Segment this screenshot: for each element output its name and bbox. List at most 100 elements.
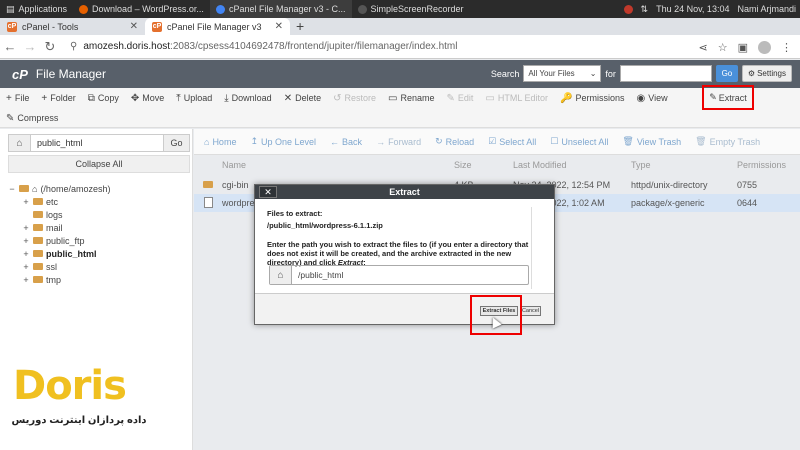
action-icon: ← (330, 136, 340, 147)
for-label: for (605, 68, 616, 79)
gear-icon: ⚙ (747, 69, 756, 78)
tool-file-button[interactable]: + File (6, 93, 29, 104)
close-icon[interactable]: ✕ (275, 21, 283, 32)
column-size[interactable]: Size (454, 160, 472, 170)
column-name[interactable]: Name (222, 160, 246, 170)
tree-item-tmp[interactable]: + tmp (8, 273, 110, 286)
tool-delete-button[interactable]: ✕ Delete (284, 93, 321, 104)
reload-icon[interactable]: ↻ (40, 39, 60, 55)
tool-icon: + (41, 92, 48, 104)
compress-button[interactable]: ✎ Compress (6, 113, 58, 124)
page-title: File Manager (35, 67, 106, 81)
search-go-button[interactable]: Go (715, 65, 738, 82)
tool-folder-button[interactable]: + Folder (41, 93, 75, 104)
bookmark-star-icon[interactable]: ☆ (718, 41, 728, 54)
action-view-trash-button[interactable]: 🗑 View Trash (622, 136, 681, 147)
action-empty-trash-button[interactable]: 🗑 Empty Trash (695, 136, 760, 147)
tree-item-label: tmp (46, 274, 62, 285)
extract-button[interactable]: ✎ Extract (702, 85, 754, 110)
tool-edit-button[interactable]: ✎ Edit (446, 93, 473, 104)
profile-avatar[interactable] (758, 40, 771, 54)
tab-file-manager[interactable]: cP cPanel File Manager v3 ✕ (145, 18, 290, 35)
new-tab-button[interactable]: + (290, 18, 310, 35)
tree-root[interactable]: − ⌂ (/home/amozesh) (8, 182, 110, 195)
search-input[interactable] (619, 65, 712, 82)
close-icon[interactable]: ✕ (259, 186, 277, 198)
column-last-modified[interactable]: Last Modified (513, 160, 567, 170)
expand-toggle-icon[interactable]: + (22, 223, 30, 233)
applications-menu[interactable]: ▤ Applications (0, 0, 73, 18)
tool-permissions-button[interactable]: 🔑 Permissions (560, 93, 624, 104)
collapse-toggle-icon[interactable]: − (8, 184, 16, 194)
share-icon[interactable]: ⋖ (699, 41, 708, 54)
tree-item-label: public_html (46, 248, 97, 259)
column-permissions[interactable]: Permissions (737, 160, 786, 170)
cancel-button[interactable]: Cancel (520, 306, 541, 316)
action-back-button[interactable]: ← Back (330, 137, 362, 147)
tree-item-logs[interactable]: logs (8, 208, 110, 221)
tool-download-button[interactable]: ⤓ Download (224, 93, 271, 104)
search-scope-select[interactable]: All Your Files ⌄ (523, 65, 602, 82)
tool-copy-button[interactable]: ⧉ Copy (88, 93, 119, 104)
tab-cpanel-tools[interactable]: cP cPanel - Tools ✕ (0, 18, 145, 35)
folder-icon (33, 250, 43, 257)
expand-toggle-icon[interactable]: + (22, 275, 30, 285)
action-home-button[interactable]: ⌂ Home (204, 137, 236, 147)
action-unselect-all-button[interactable]: ☐ Unselect All (550, 136, 608, 147)
file-toolbar: + File + Folder ⧉ Copy ✥ Move ⤒ Upload ⤓ Download ✕ D… (0, 88, 800, 128)
taskbar-item-chrome[interactable]: cPanel File Manager v3 - C... (209, 0, 352, 18)
tool-rename-button[interactable]: ▭ Rename (388, 93, 434, 104)
action-select-all-button[interactable]: ☑ Select All (488, 136, 536, 147)
path-go-button[interactable]: Go (163, 135, 189, 151)
back-icon[interactable]: ← (0, 39, 20, 54)
tool-icon: ◉ (636, 92, 646, 104)
chevron-down-icon: ⌄ (589, 69, 597, 78)
folder-icon (33, 224, 43, 231)
tool-restore-button[interactable]: ↺ Restore (333, 93, 376, 104)
expand-toggle-icon[interactable]: + (22, 236, 30, 246)
menu-icon[interactable]: ⋮ (781, 41, 792, 54)
navigation-bar: ⌂ Home ↥ Up One Level ← Back → Forward ↻ Reload ☑ S… (194, 129, 800, 155)
compress-icon: ✎ (6, 112, 15, 124)
tool-upload-button[interactable]: ⤒ Upload (176, 93, 212, 104)
action-label: Home (212, 136, 237, 147)
tool-move-button[interactable]: ✥ Move (131, 93, 164, 104)
sidepanel-icon[interactable]: ▣ (738, 41, 748, 54)
action-forward-button[interactable]: → Forward (376, 137, 421, 147)
user-name[interactable]: Nami Arjmandi (737, 4, 796, 14)
dialog-scrollbar[interactable] (531, 207, 536, 289)
action-icon: ☑ (488, 136, 497, 146)
column-type[interactable]: Type (631, 160, 651, 170)
action-reload-button[interactable]: ↻ Reload (435, 136, 474, 147)
action-up-one-level-button[interactable]: ↥ Up One Level (250, 136, 316, 147)
network-icon[interactable]: ⇅ (641, 4, 649, 15)
expand-toggle-icon[interactable]: + (22, 197, 30, 207)
record-icon[interactable] (623, 4, 633, 14)
tree-item-label: ssl (46, 261, 57, 272)
cpanel-logo[interactable]: cP (12, 67, 28, 82)
close-icon[interactable]: ✕ (130, 21, 138, 32)
site-info-icon[interactable]: ⚲ (70, 41, 77, 52)
tree-item-ssl[interactable]: + ssl (8, 260, 110, 273)
tool-html-editor-button[interactable]: ▭ HTML Editor (485, 93, 548, 104)
path-input[interactable]: public_html (31, 135, 163, 151)
folder-icon (33, 198, 43, 205)
extract-path-input[interactable]: /public_html (292, 266, 528, 284)
tool-view-button[interactable]: ◉ View (637, 93, 668, 104)
tree-item-public-ftp[interactable]: + public_ftp (8, 234, 110, 247)
settings-button[interactable]: ⚙ Settings (741, 65, 792, 82)
action-icon: ☐ (550, 136, 559, 146)
home-icon: ⌂ (32, 183, 38, 194)
collapse-all-button[interactable]: Collapse All (8, 155, 190, 173)
action-label: Up One Level (261, 136, 317, 147)
tree-item-mail[interactable]: + mail (8, 221, 110, 234)
forward-icon[interactable]: → (20, 39, 40, 54)
expand-toggle-icon[interactable]: + (22, 262, 30, 272)
tree-item-public-html[interactable]: + public_html (8, 247, 110, 260)
expand-toggle-icon[interactable]: + (22, 249, 30, 259)
taskbar-item-firefox[interactable]: Download – WordPress.or... (73, 0, 210, 18)
home-icon[interactable]: ⌂ (9, 135, 31, 151)
url-field[interactable]: ⚲ amozesh.doris.host:2083/cpsess41046924… (70, 41, 457, 52)
taskbar-item-recorder[interactable]: SimpleScreenRecorder (352, 0, 470, 18)
tree-item-etc[interactable]: + etc (8, 195, 110, 208)
